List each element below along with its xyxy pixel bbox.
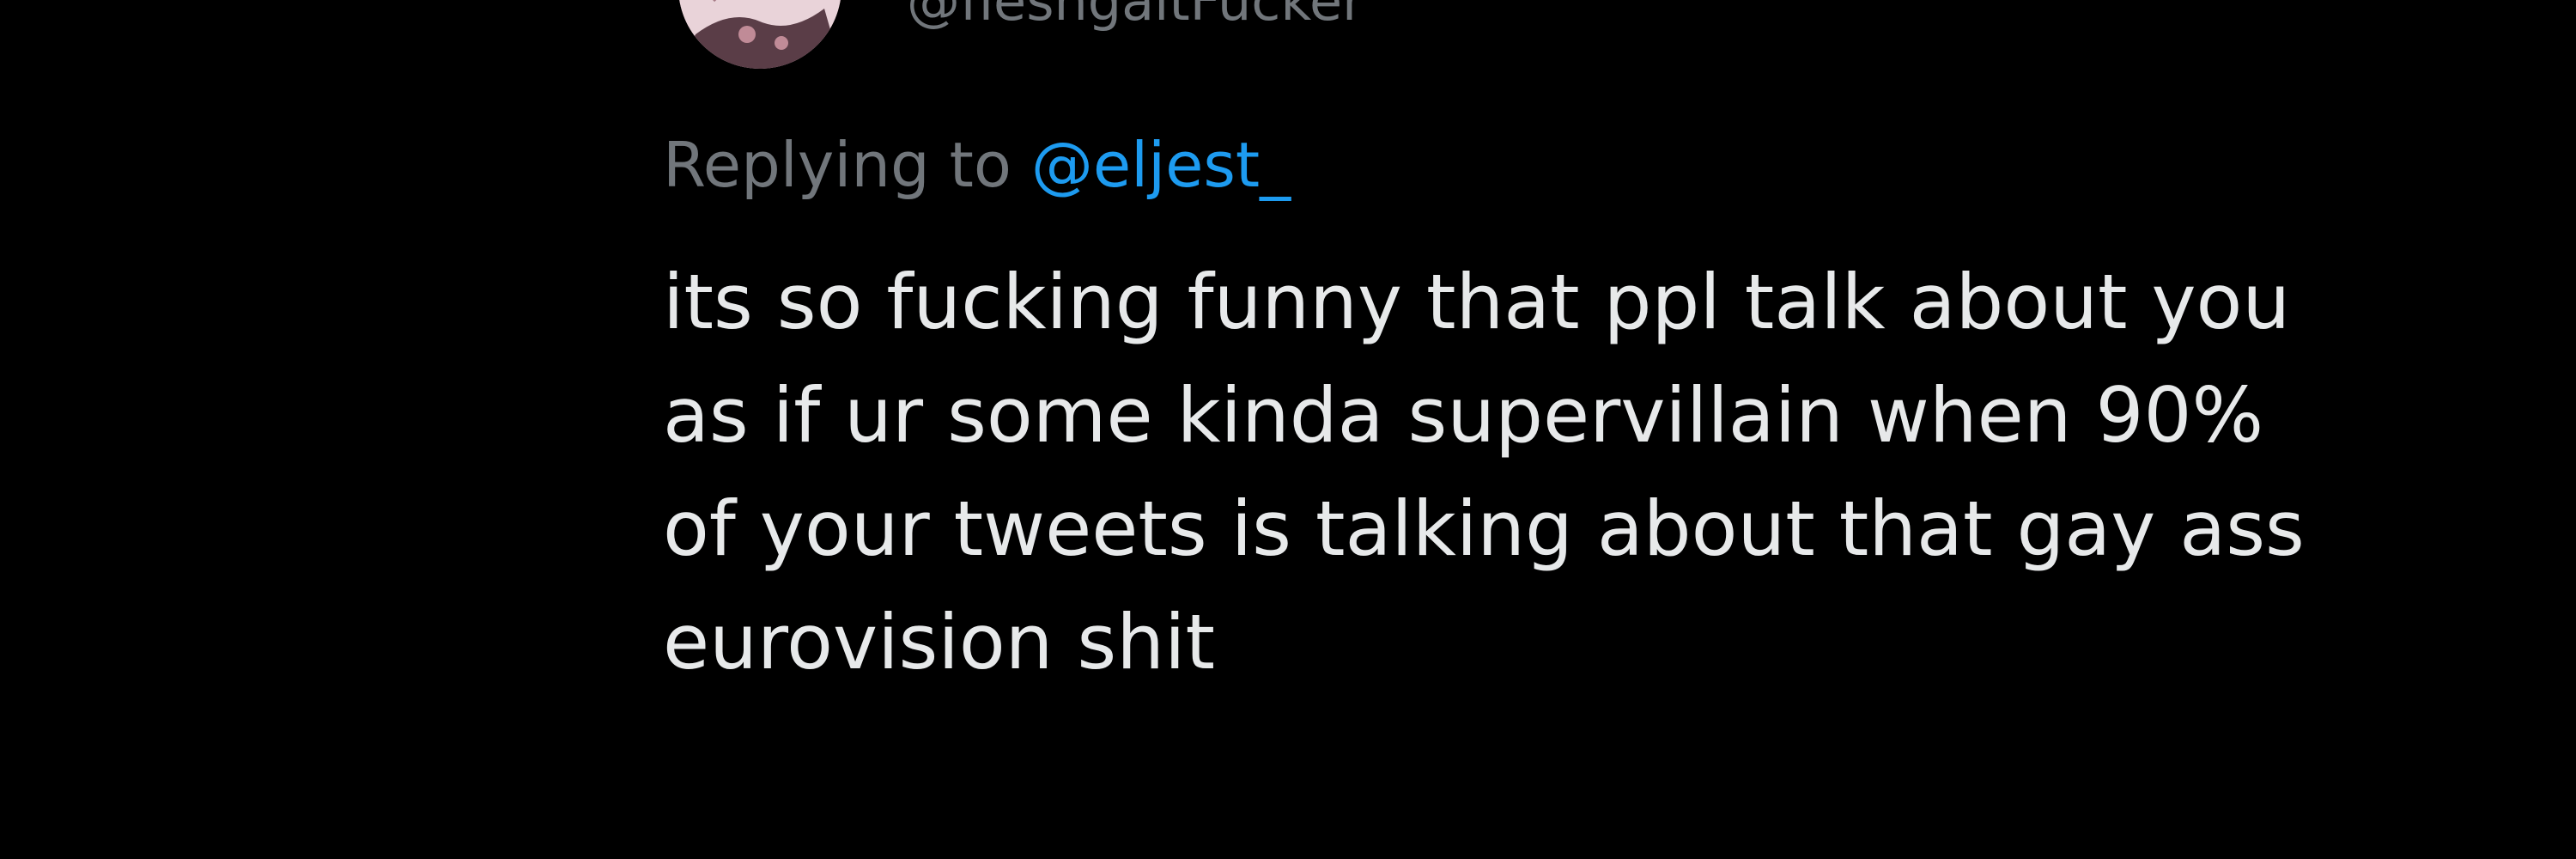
author-handle[interactable]: @fleshgaitFucker (907, 0, 1364, 34)
tweet-text-line: of your tweets is talking about that gay… (663, 484, 2305, 573)
replying-to-mention-link[interactable]: @eljest_ (1031, 129, 1291, 201)
tweet-text-line: as if ur some kinda supervillain when 90… (663, 371, 2264, 460)
replying-to: Replying to @eljest_ (663, 127, 1291, 203)
tweet-text-line: eurovision shit (663, 598, 1215, 686)
user-avatar[interactable] (678, 0, 841, 69)
avatar-illustration (678, 0, 841, 69)
tweet-card: @fleshgaitFucker Replying to @eljest_ it… (0, 0, 2576, 859)
tweet-text: its so fucking funny that ppl talk about… (663, 246, 2432, 699)
tweet-text-line: its so fucking funny that ppl talk about… (663, 258, 2291, 346)
replying-to-label: Replying to (663, 129, 1012, 201)
